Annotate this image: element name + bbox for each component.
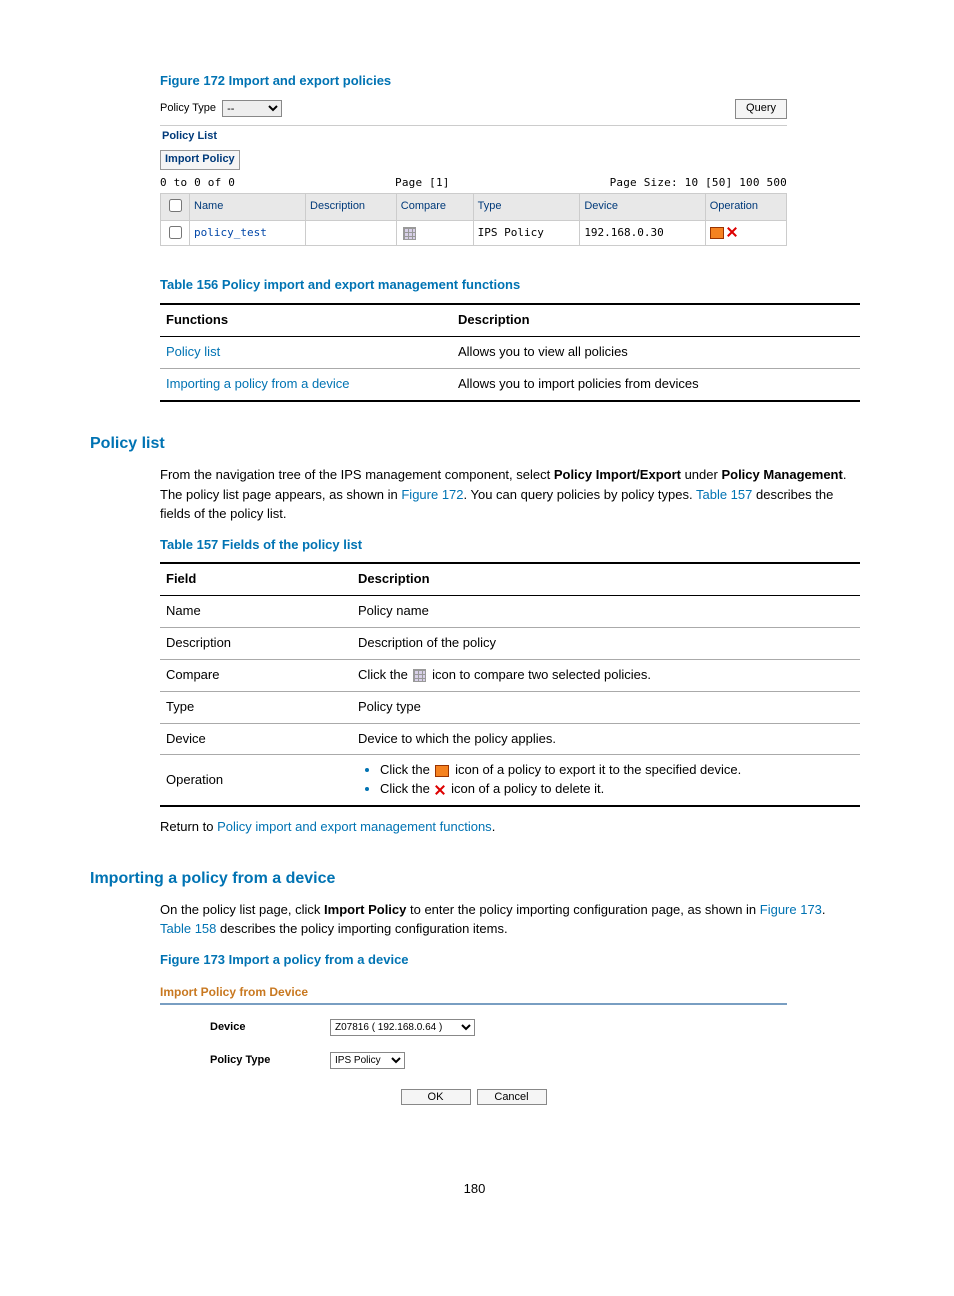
figure-172-link[interactable]: Figure 172 — [401, 487, 463, 502]
t157-operation: Operation — [160, 755, 352, 806]
device-label: Device — [210, 1020, 330, 1036]
policy-type-select[interactable]: -- — [222, 100, 282, 117]
importing-link[interactable]: Importing a policy from a device — [166, 376, 350, 391]
pager-page: Page [1] — [395, 175, 450, 191]
return-line: Return to Policy import and export manag… — [160, 817, 859, 837]
policy-list-heading: Policy list — [90, 432, 859, 455]
t157-h2: Description — [352, 563, 860, 595]
t157-compare-d: Click the icon to compare two selected p… — [352, 659, 860, 691]
row-desc — [306, 220, 397, 246]
compare-icon[interactable] — [403, 227, 416, 240]
t157-type: Type — [160, 691, 352, 723]
row-compare[interactable] — [396, 220, 473, 246]
t156-r1-d: Allows you to view all policies — [452, 337, 860, 369]
table-156-caption: Table 156 Policy import and export manag… — [160, 276, 859, 295]
figure-173-caption: Figure 173 Import a policy from a device — [160, 951, 859, 970]
col-compare: Compare — [396, 193, 473, 220]
delete-icon[interactable] — [727, 227, 737, 237]
ok-button[interactable]: OK — [401, 1089, 471, 1105]
table-156: Functions Description Policy list Allows… — [160, 303, 860, 402]
t156-h1: Functions — [160, 304, 452, 336]
t157-type-d: Policy type — [352, 691, 860, 723]
page-number: 180 — [90, 1180, 859, 1199]
table-158-link[interactable]: Table 158 — [160, 921, 216, 936]
t157-desc: Description — [160, 628, 352, 660]
pager-size[interactable]: Page Size: 10 [50] 100 500 — [610, 175, 787, 191]
col-device: Device — [580, 193, 705, 220]
compare-icon — [413, 669, 426, 682]
t156-h2: Description — [452, 304, 860, 336]
policy-grid: Name Description Compare Type Device Ope… — [160, 193, 787, 247]
t157-operation-d: Click the icon of a policy to export it … — [352, 755, 860, 806]
figure-173-link[interactable]: Figure 173 — [760, 902, 822, 917]
t157-device-d: Device to which the policy applies. — [352, 723, 860, 755]
cancel-button[interactable]: Cancel — [477, 1089, 547, 1105]
import-policy-button[interactable]: Import Policy — [160, 150, 240, 170]
importing-para: On the policy list page, click Import Po… — [160, 900, 859, 939]
return-link[interactable]: Policy import and export management func… — [217, 819, 492, 834]
col-name: Name — [190, 193, 306, 220]
t157-desc-d: Description of the policy — [352, 628, 860, 660]
row-operation — [705, 220, 786, 246]
importing-heading: Importing a policy from a device — [90, 867, 859, 890]
t157-name-d: Policy name — [352, 596, 860, 628]
row-name[interactable]: policy_test — [190, 220, 306, 246]
policy-type-select-2[interactable]: IPS Policy — [330, 1052, 405, 1069]
table-157-link[interactable]: Table 157 — [696, 487, 752, 502]
device-select[interactable]: Z07816 ( 192.168.0.64 ) — [330, 1019, 475, 1036]
select-all-checkbox[interactable] — [169, 199, 182, 212]
query-button[interactable]: Query — [735, 99, 787, 119]
export-icon[interactable] — [710, 227, 724, 239]
t156-r2-d: Allows you to import policies from devic… — [452, 369, 860, 401]
row-checkbox[interactable] — [169, 226, 182, 239]
t157-name: Name — [160, 596, 352, 628]
col-operation: Operation — [705, 193, 786, 220]
row-device: 192.168.0.30 — [580, 220, 705, 246]
figure-172-caption: Figure 172 Import and export policies — [160, 72, 859, 91]
t157-device: Device — [160, 723, 352, 755]
policy-list-para: From the navigation tree of the IPS mana… — [160, 465, 859, 524]
row-type: IPS Policy — [473, 220, 580, 246]
delete-icon — [435, 785, 445, 795]
pager: 0 to 0 of 0 Page [1] Page Size: 10 [50] … — [160, 173, 787, 193]
figure-173-screenshot: Import Policy from Device Device Z07816 … — [160, 978, 787, 1130]
t157-h1: Field — [160, 563, 352, 595]
policy-type-label-2: Policy Type — [210, 1053, 330, 1069]
col-desc: Description — [306, 193, 397, 220]
table-row: policy_test IPS Policy 192.168.0.30 — [161, 220, 787, 246]
policy-type-label: Policy Type — [160, 101, 216, 117]
figure-172-screenshot: Policy Type -- Query Policy List Import … — [160, 99, 787, 247]
t157-compare: Compare — [160, 659, 352, 691]
policy-list-link[interactable]: Policy list — [166, 344, 220, 359]
pager-range: 0 to 0 of 0 — [160, 175, 235, 191]
export-icon — [435, 765, 449, 777]
policy-list-title: Policy List — [160, 125, 787, 147]
col-type: Type — [473, 193, 580, 220]
import-dialog-title: Import Policy from Device — [160, 978, 787, 1005]
table-157: Field Description NamePolicy name Descri… — [160, 562, 860, 807]
table-157-caption: Table 157 Fields of the policy list — [160, 536, 859, 555]
